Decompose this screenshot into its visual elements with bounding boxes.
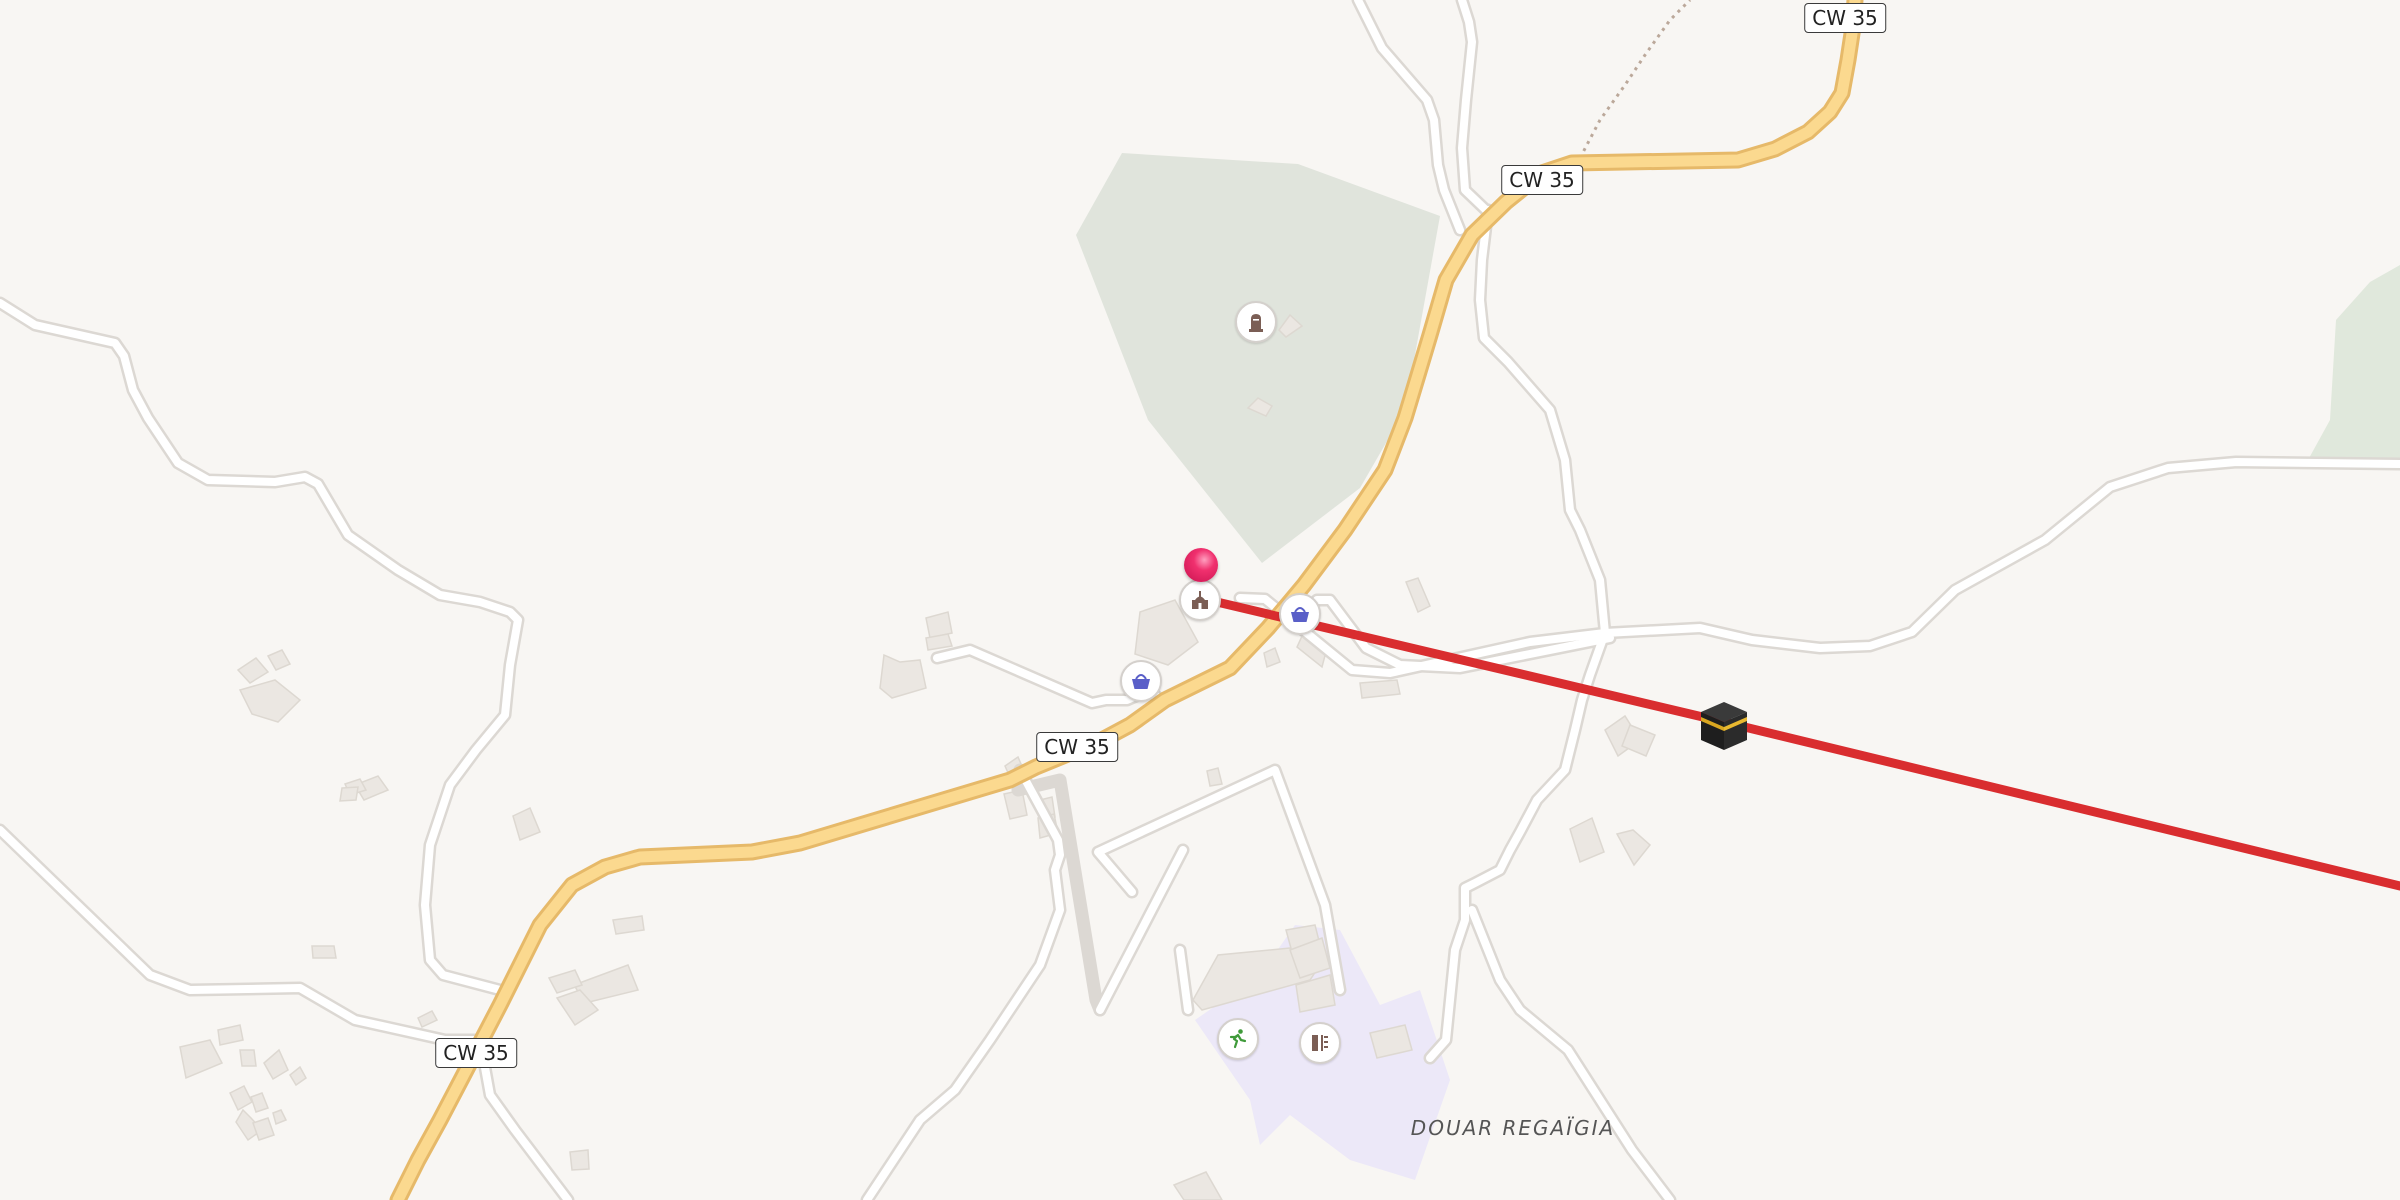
mosque-poi[interactable] [1179, 579, 1221, 621]
cemetery-poi[interactable] [1235, 301, 1277, 343]
road-label-cw35-center: CW 35 [1036, 732, 1118, 762]
map-canvas[interactable]: CW 35 CW 35 CW 35 CW 35 DOUAR REGAÏGIA [0, 0, 2400, 1200]
wood-area [1076, 153, 1440, 563]
sports-poi[interactable] [1217, 1018, 1259, 1060]
shopping-basket-icon [1291, 607, 1309, 622]
grave-icon [1249, 314, 1263, 332]
running-person-icon [1229, 1029, 1247, 1049]
road-label-cw35-center-north: CW 35 [1501, 165, 1583, 195]
shop-poi[interactable] [1120, 660, 1162, 702]
place-label-douar-regaigia: DOUAR REGAÏGIA [1410, 1116, 1616, 1140]
kaaba-icon[interactable] [1697, 698, 1751, 752]
shopping-basket-icon [1132, 674, 1150, 689]
wood-area-east [2308, 265, 2400, 460]
road-label-cw35-north: CW 35 [1804, 3, 1886, 33]
school-poi[interactable] [1299, 1022, 1341, 1064]
footpath [1578, 0, 1692, 159]
location-pin-icon[interactable] [1184, 548, 1218, 582]
road-label-cw35-southwest: CW 35 [435, 1038, 517, 1068]
school-icon [1312, 1035, 1328, 1051]
shop-poi[interactable] [1279, 593, 1321, 635]
mosque-icon [1192, 591, 1208, 609]
